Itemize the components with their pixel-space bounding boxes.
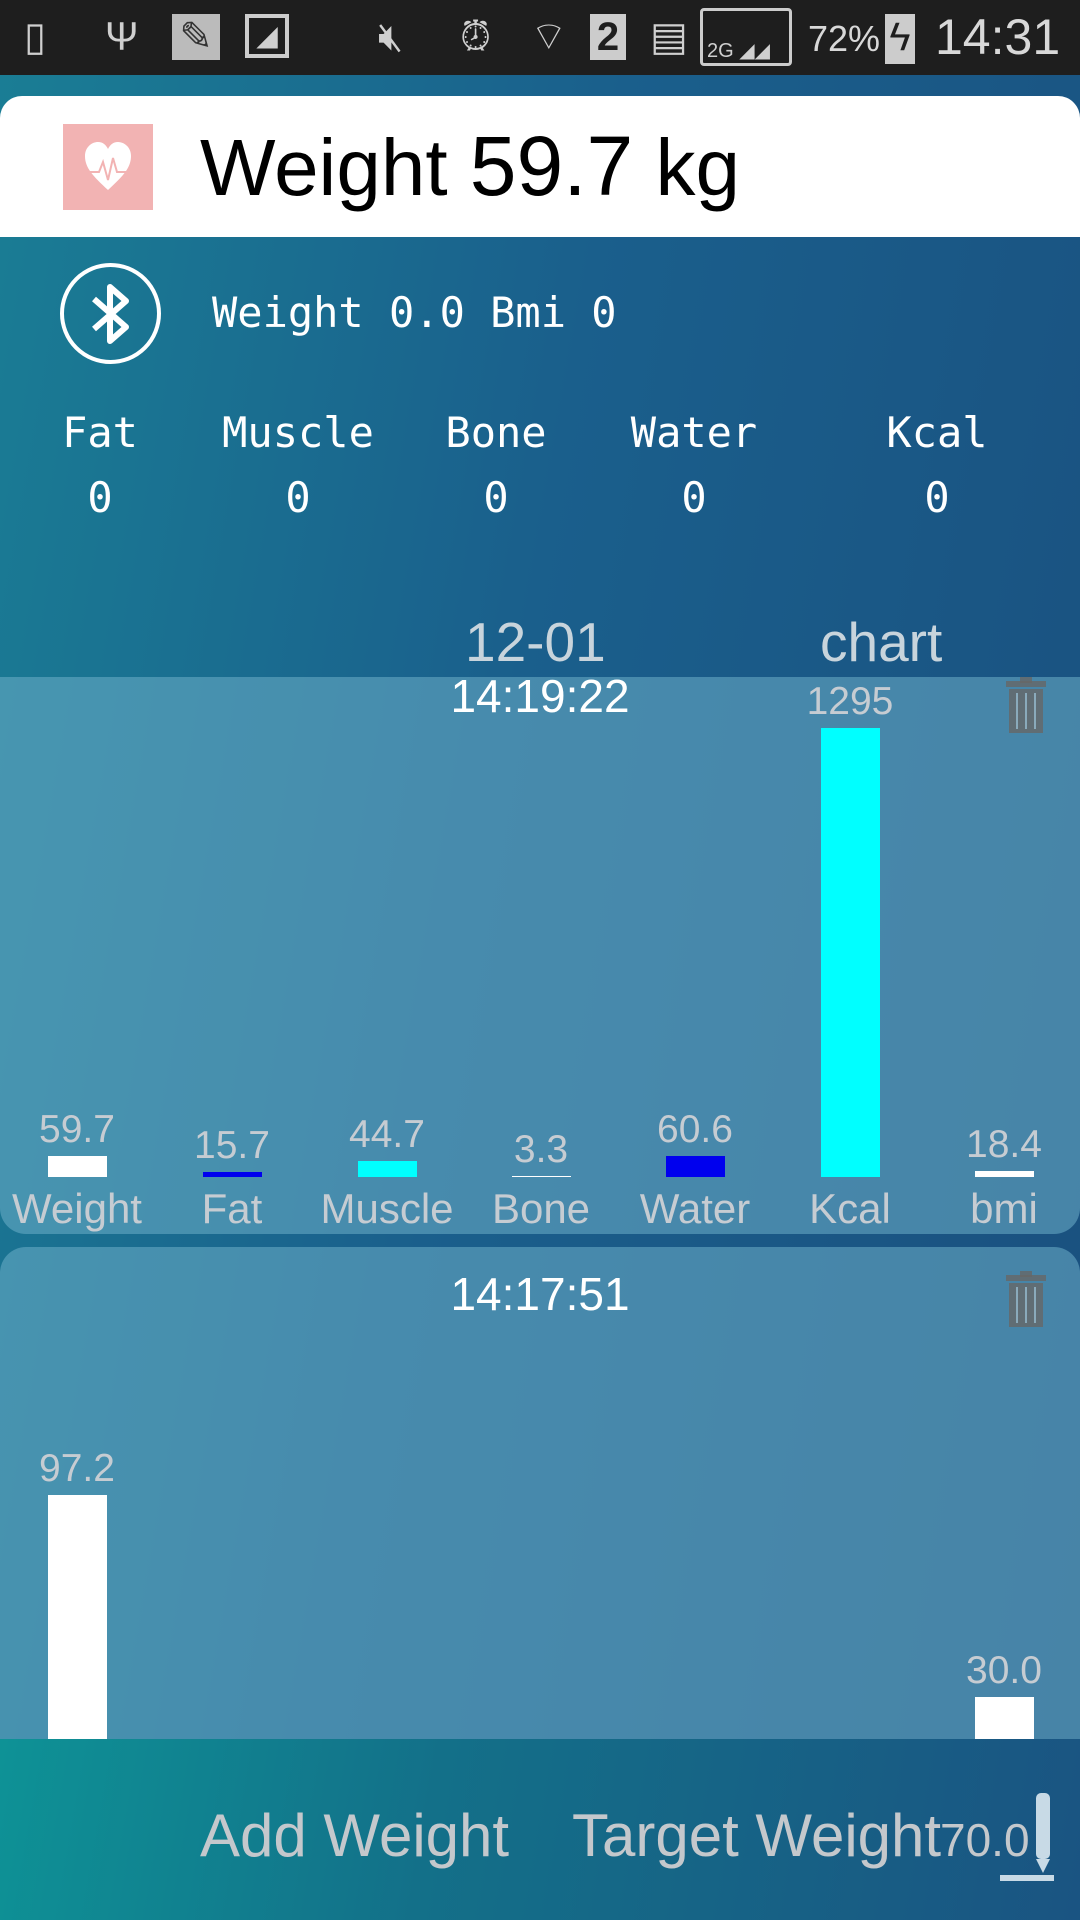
stat-muscle: Muscle 0 [198, 408, 398, 522]
status-bar: ▯ Ψ ✎ ◢ 🔇︎ ⏰︎ ⌔ 2 ▤ 2G ◢◢ 72% ϟ 14:31 [0, 0, 1080, 75]
bar-value-water: 60.6 [657, 1107, 733, 1151]
bar-bmi [975, 1170, 1034, 1177]
bar-value-weight: 97.2 [39, 1447, 115, 1491]
bar-label-fat: Fat [201, 1185, 263, 1232]
stat-value: 0 [483, 473, 509, 522]
record-card: 14:19:22 59.7 Weight 15.7 Fat 44.7 Muscle 3.3 B… [0, 677, 1080, 1234]
bluetooth-icon[interactable] [60, 263, 161, 364]
wifi-icon: ⌔ [530, 15, 568, 59]
trash-icon[interactable] [1004, 677, 1048, 735]
weight-label: Weight [200, 123, 448, 212]
stat-label: Fat [62, 408, 138, 457]
battery-percent: 72% [808, 18, 881, 59]
live-reading: Weight 0.0 Bmi 0 [212, 288, 617, 337]
stat-label: Water [630, 408, 758, 457]
bar-value-bone: 3.3 [513, 1127, 569, 1171]
bar-value-weight: 59.7 [39, 1108, 115, 1152]
weight-header: Weight 59.7 kg [0, 96, 1080, 237]
bar-label-water: Water [639, 1185, 751, 1232]
stat-label: Kcal [886, 408, 988, 457]
network-type: 2G [707, 40, 734, 62]
bar-value-bmi: 18.4 [966, 1122, 1042, 1166]
stat-bone: Bone 0 [396, 408, 596, 522]
image-icon: ◢ [245, 14, 289, 58]
sim-card-icon: ▤ [650, 15, 688, 59]
bar-label-kcal: Kcal [809, 1185, 891, 1232]
bar-fat [203, 1171, 262, 1177]
weight-value: 59.7 [469, 119, 634, 213]
bar-label-weight: Weight [12, 1185, 142, 1232]
stat-water: Water 0 [594, 408, 794, 522]
battery-charging-icon: ϟ [885, 14, 915, 64]
sim-badge: 2 [590, 14, 626, 60]
heart-pulse-icon [63, 124, 153, 210]
bar-kcal [821, 727, 880, 1177]
stat-fat: Fat 0 [0, 408, 200, 522]
target-weight-button[interactable]: Target Weight [572, 1801, 941, 1870]
bar-value-muscle: 44.7 [349, 1113, 425, 1157]
stat-value: 0 [681, 473, 707, 522]
chart-tab[interactable]: chart [820, 610, 942, 674]
bar-label-muscle: Muscle [320, 1185, 454, 1232]
add-weight-button[interactable]: Add Weight [200, 1801, 509, 1870]
stat-label: Bone [445, 408, 547, 457]
trash-icon[interactable] [1004, 1271, 1048, 1329]
device-check-icon: ▯ [24, 15, 47, 59]
alarm-icon: ⏰︎ [460, 15, 492, 59]
bottom-bar: Add Weight Target Weight 70.0 [0, 1739, 1080, 1920]
bar-value-fat: 15.7 [194, 1123, 270, 1167]
bar-muscle [358, 1161, 417, 1177]
pencil-icon[interactable] [1000, 1789, 1056, 1889]
bar-water [666, 1155, 725, 1177]
current-weight: Weight 59.7 kg [200, 118, 740, 215]
weight-unit: kg [655, 123, 741, 212]
date-label[interactable]: 12-01 [465, 610, 606, 674]
record-time: 14:17:51 [450, 1268, 630, 1320]
usb-icon: Ψ [105, 15, 139, 59]
bar-bone [512, 1175, 571, 1177]
stat-value: 0 [924, 473, 950, 522]
stat-label: Muscle [222, 408, 374, 457]
bar-weight [48, 1156, 107, 1177]
stat-value: 0 [285, 473, 311, 522]
bar-value-kcal: 1295 [806, 679, 894, 723]
bar-value-bmi: 30.0 [966, 1649, 1042, 1692]
signal-icon: 2G ◢◢ [700, 8, 792, 66]
bar-label-bmi: bmi [970, 1185, 1038, 1232]
stat-kcal: Kcal 0 [837, 408, 1037, 522]
clock: 14:31 [935, 9, 1061, 65]
bar-label-bone: Bone [491, 1185, 591, 1232]
mute-vibrate-icon: 🔇︎ [378, 15, 404, 59]
app-notification-icon: ✎ [172, 14, 220, 60]
stat-value: 0 [87, 473, 113, 522]
